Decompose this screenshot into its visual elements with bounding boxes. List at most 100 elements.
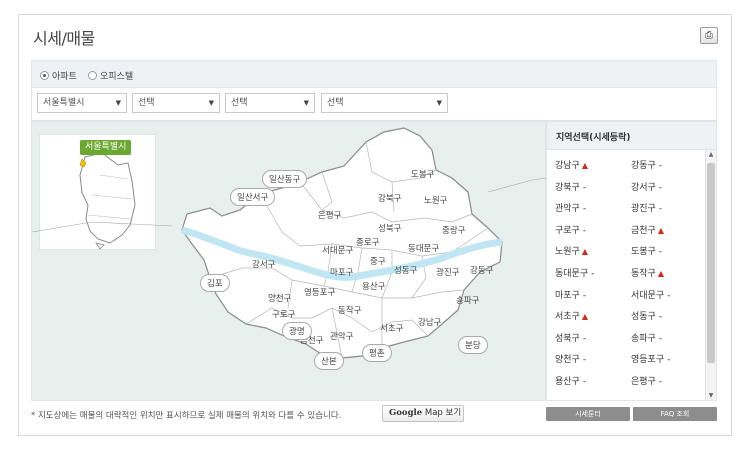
district-label[interactable]: 송파구 (456, 294, 479, 306)
district-list-item[interactable]: 성북구 - (555, 331, 586, 344)
district-name: 영등포구 (631, 355, 665, 366)
select-dong[interactable]: 선택 ▼ (225, 93, 315, 113)
district-name: 서대문구 (631, 290, 665, 301)
district-list-item[interactable]: 금천구 ▲ (631, 223, 664, 236)
trend-flat: - (658, 312, 663, 323)
district-name: 송파구 (631, 333, 656, 344)
district-list-item[interactable]: 성동구 - (631, 309, 662, 322)
district-list-item[interactable]: 서초구 ▲ (555, 309, 588, 322)
district-list-item[interactable]: 서대문구 - (631, 288, 670, 301)
district-label[interactable]: 노원구 (424, 194, 447, 206)
outer-region-label[interactable]: 일산서구 (230, 188, 276, 206)
district-label[interactable]: 마포구 (330, 266, 353, 278)
scrollbar[interactable]: ▲ ▼ (705, 150, 716, 400)
district-label[interactable]: 은평구 (318, 209, 341, 221)
outer-region-label[interactable]: 산본 (314, 352, 344, 370)
map-disclaimer: * 지도상에는 매물의 대략적인 위치만 표시하므로 실제 매물의 위치와 다를… (31, 411, 342, 421)
district-name: 용산구 (555, 377, 580, 387)
page-title: 시세/매물 (33, 29, 95, 48)
district-label[interactable]: 중구 (370, 255, 386, 267)
district-name: 강남구 (555, 161, 580, 171)
outer-region-label[interactable]: 일산동구 (262, 170, 308, 188)
district-name: 도봉구 (631, 247, 656, 258)
district-list-item[interactable]: 강동구 - (631, 158, 662, 171)
district-list-item[interactable]: 강남구 ▲ (555, 158, 588, 171)
district-list-item[interactable]: 송파구 - (631, 331, 662, 344)
google-logo: Google (389, 408, 423, 418)
select-city[interactable]: 서울특별시 ▼ (37, 93, 127, 113)
faq-button[interactable]: FAQ 조회 (633, 407, 717, 421)
district-name: 강동구 (631, 161, 656, 171)
district-name: 금천구 (631, 225, 656, 236)
district-list-item[interactable]: 도봉구 - (631, 244, 662, 257)
outer-region-label[interactable]: 평촌 (362, 344, 392, 362)
district-list-item[interactable]: 강서구 - (631, 180, 662, 193)
district-list-item[interactable]: 용산구 - (555, 374, 586, 387)
trend-up-icon: ▲ (581, 312, 588, 322)
type-filter-bar: 아파트 오피스텔 (31, 60, 717, 87)
price-tool-button[interactable]: 시세툰터 (546, 407, 630, 421)
select-complex[interactable]: 선택 ▼ (321, 93, 448, 113)
district-label[interactable]: 도봉구 (411, 168, 434, 180)
print-icon[interactable]: ⎙ (700, 27, 718, 44)
district-label[interactable]: 종로구 (356, 236, 379, 248)
page-frame: 시세/매물 ⎙ 아파트 오피스텔 서울특별시 ▼ 선택 ▼ 선택 ▼ 선택 ▼ (18, 14, 732, 436)
district-name: 구로구 (555, 225, 580, 236)
district-label[interactable]: 양천구 (268, 292, 291, 304)
scroll-up-icon[interactable]: ▲ (706, 151, 716, 158)
district-label[interactable]: 강북구 (378, 192, 401, 204)
district-list-item[interactable]: 관악구 - (555, 201, 586, 214)
district-list-item[interactable]: 동작구 ▲ (631, 266, 664, 279)
district-label[interactable]: 강남구 (418, 316, 441, 328)
district-name: 강서구 (631, 182, 656, 193)
district-name: 관악구 (555, 204, 580, 215)
trend-flat: - (658, 204, 663, 215)
trend-flat: - (582, 355, 587, 366)
seoul-outline (181, 127, 503, 359)
radio-apartment[interactable]: 아파트 (40, 69, 77, 82)
district-list-item[interactable]: 강북구 - (555, 180, 586, 193)
trend-flat: - (667, 355, 671, 366)
district-list-item[interactable]: 마포구 - (555, 288, 586, 301)
district-label[interactable]: 중랑구 (442, 224, 465, 236)
outer-region-label[interactable]: 광명 (282, 322, 312, 340)
google-map-button[interactable]: Google Map 보기 (382, 405, 464, 422)
dropdown-arrow-icon: ▼ (436, 99, 442, 107)
boundary-line (32, 221, 173, 233)
district-label[interactable]: 강동구 (470, 264, 493, 276)
district-label[interactable]: 동작구 (338, 304, 361, 316)
district-label[interactable]: 용산구 (362, 280, 385, 292)
district-list-item[interactable]: 양천구 - (555, 352, 586, 365)
radio-officetel[interactable]: 오피스텔 (88, 69, 133, 82)
district-label[interactable]: 성북구 (378, 222, 401, 234)
seoul-district-map (32, 127, 547, 359)
district-list-item[interactable]: 동대문구 - (555, 266, 594, 279)
outer-region-label[interactable]: 분당 (458, 336, 488, 354)
dropdown-arrow-icon: ▼ (115, 99, 121, 107)
district-list-item[interactable]: 은평구 - (631, 374, 662, 387)
district-list-item[interactable]: 영등포구 - (631, 352, 670, 365)
district-label[interactable]: 서초구 (380, 322, 403, 334)
district-list-item[interactable]: 노원구 ▲ (555, 244, 588, 257)
district-name: 성동구 (631, 312, 656, 323)
district-name: 강북구 (555, 182, 580, 193)
district-label[interactable]: 서대문구 (322, 244, 353, 256)
district-label[interactable]: 동대문구 (408, 242, 439, 254)
trend-flat: - (658, 161, 663, 171)
district-label[interactable]: 구로구 (272, 308, 295, 320)
district-label[interactable]: 강서구 (252, 258, 275, 270)
trend-up-icon: ▲ (657, 269, 664, 278)
district-label[interactable]: 광진구 (436, 266, 459, 278)
dropdown-arrow-icon: ▼ (208, 99, 214, 107)
district-list-item[interactable]: 광진구 - (631, 201, 662, 214)
district-label[interactable]: 영등포구 (304, 286, 335, 298)
scroll-thumb[interactable] (707, 163, 715, 363)
district-name: 서초구 (555, 312, 580, 323)
district-label[interactable]: 성동구 (394, 264, 417, 276)
outer-region-label[interactable]: 김포 (200, 274, 230, 292)
district-name: 양천구 (555, 355, 580, 366)
select-district[interactable]: 선택 ▼ (132, 93, 220, 113)
district-label[interactable]: 관악구 (330, 330, 353, 342)
district-list-item[interactable]: 구로구 - (555, 223, 586, 236)
scroll-down-icon[interactable]: ▼ (706, 392, 716, 399)
